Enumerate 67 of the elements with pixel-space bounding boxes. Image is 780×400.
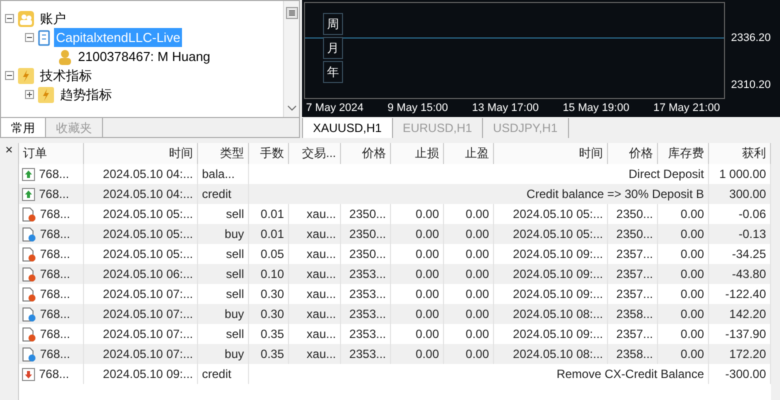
- column-header[interactable]: 交易...: [289, 143, 341, 164]
- order-document-icon: [22, 226, 36, 242]
- down-arrow-icon: [22, 368, 35, 380]
- time-axis-label: 13 May 17:00: [472, 100, 539, 116]
- order-document-icon: [22, 266, 36, 282]
- menu-icon[interactable]: [286, 7, 298, 19]
- table-cell-text: 768...: [40, 286, 70, 303]
- up-arrow-icon: [22, 188, 35, 200]
- column-header[interactable]: 获利: [709, 143, 771, 164]
- period-button[interactable]: 月: [323, 37, 343, 59]
- scrollbar[interactable]: [283, 1, 299, 117]
- chevron-down-icon[interactable]: [286, 105, 296, 111]
- order-document-icon: [22, 326, 36, 342]
- minus-box-icon[interactable]: [5, 71, 14, 80]
- table-cell-text: 768...: [39, 366, 70, 383]
- tree-item[interactable]: 2100378467: M Huang: [76, 46, 212, 66]
- period-button[interactable]: 周: [323, 13, 343, 35]
- tree-item[interactable]: 技术指标: [38, 66, 94, 86]
- indicator-icon: [38, 86, 54, 102]
- column-header[interactable]: 时间: [494, 143, 608, 164]
- order-document-icon: [22, 346, 36, 362]
- time-axis-label: 7 May 2024: [306, 100, 364, 116]
- minus-box-icon[interactable]: [25, 33, 34, 42]
- table-cell: 2024.05.10 09:...: [84, 364, 198, 384]
- table-cell-text: 768...: [40, 266, 70, 283]
- tree-item[interactable]: 趋势指标: [58, 84, 114, 104]
- column-header[interactable]: 库存费: [658, 143, 709, 164]
- table-cell-text: 768...: [40, 306, 70, 323]
- time-axis-label: 15 May 19:00: [562, 100, 630, 116]
- order-document-icon: [22, 306, 36, 322]
- user-icon: [58, 48, 72, 64]
- column-header[interactable]: 手数: [249, 143, 289, 164]
- tree-item[interactable]: 账户: [38, 8, 68, 28]
- minus-box-icon[interactable]: [5, 14, 14, 23]
- table-cell: credit: [198, 364, 249, 384]
- column-header[interactable]: 止盈: [444, 143, 494, 164]
- price-axis-label: 2336.20: [731, 31, 772, 46]
- table-cell-text: 768...: [39, 166, 70, 183]
- up-arrow-icon: [22, 168, 35, 180]
- time-axis-label: 9 May 15:00: [387, 100, 448, 116]
- order-document-icon: [22, 246, 36, 262]
- table-cell: Remove CX-Credit Balance: [249, 364, 709, 384]
- column-header[interactable]: 时间: [84, 143, 198, 164]
- table-cell-text: 768...: [40, 346, 70, 363]
- column-header[interactable]: 订单: [19, 143, 84, 164]
- table-cell-text: 768...: [40, 326, 70, 343]
- column-header[interactable]: 止损: [391, 143, 444, 164]
- order-document-icon: [22, 286, 36, 302]
- table-cell-text: 768...: [40, 206, 70, 223]
- indicator-icon: [18, 68, 34, 84]
- plus-box-icon[interactable]: [25, 90, 34, 99]
- chart-tab[interactable]: XAUUSD,H1: [302, 118, 393, 138]
- document-icon: [38, 30, 50, 46]
- column-header[interactable]: 类型: [198, 143, 249, 164]
- time-axis-label: 17 May 21:00: [653, 100, 720, 116]
- period-button[interactable]: 年: [323, 61, 343, 83]
- table-cell-text: 768...: [40, 226, 70, 243]
- table-cell-text: 768...: [39, 186, 70, 203]
- table-cell: -300.00: [709, 364, 771, 384]
- column-header[interactable]: 价格: [608, 143, 658, 164]
- order-document-icon: [22, 206, 36, 222]
- people-icon: [18, 10, 34, 26]
- panel-tab[interactable]: 常用: [1, 118, 46, 137]
- price-axis-label: 2310.20: [731, 78, 772, 92]
- column-header[interactable]: 价格: [341, 143, 391, 164]
- table-cell-text: 768...: [40, 246, 70, 263]
- close-button[interactable]: ×: [5, 143, 13, 157]
